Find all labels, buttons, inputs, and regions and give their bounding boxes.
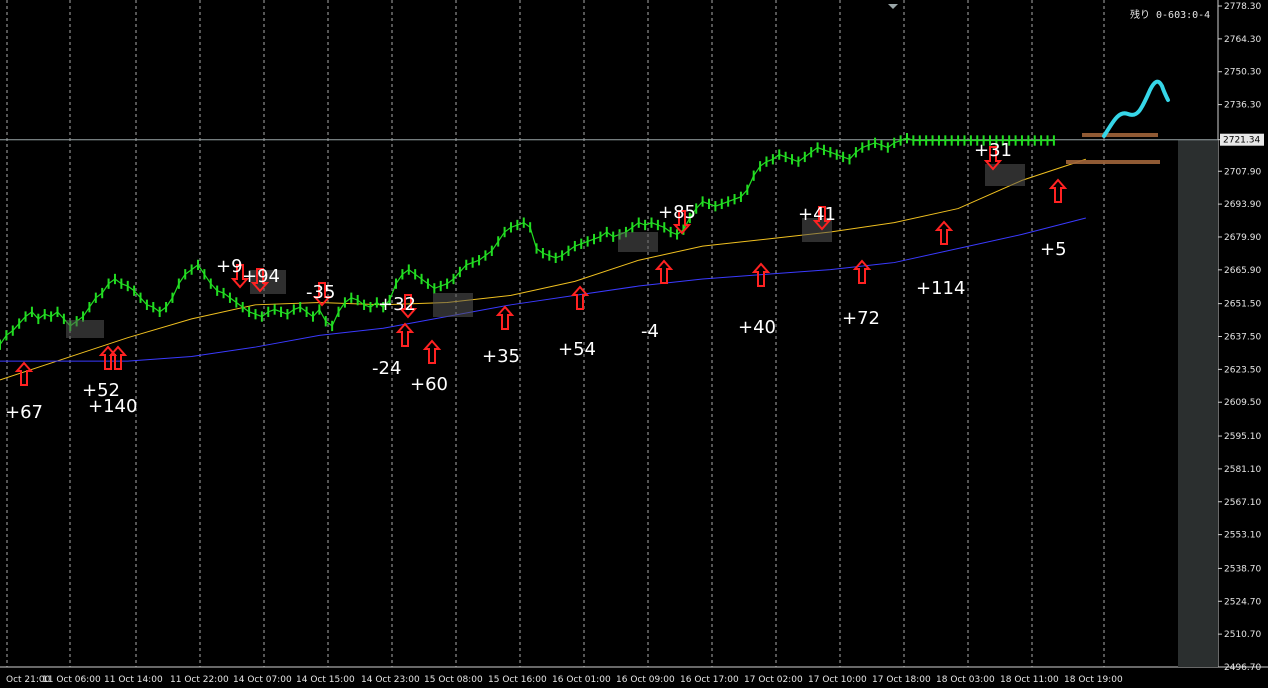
trade-result-label: +40 (738, 317, 776, 338)
y-tick-label: 2623.50 (1224, 365, 1261, 375)
x-tick-label: 17 Oct 02:00 (744, 675, 803, 685)
chart-background (0, 0, 1268, 688)
y-tick-label: 2764.30 (1224, 35, 1261, 45)
x-tick-label: 16 Oct 01:00 (552, 675, 611, 685)
y-tick-label: 2679.90 (1224, 233, 1261, 243)
countdown-label: 残り 0-603:0-4 (1130, 8, 1210, 21)
trade-result-label: -35 (306, 282, 335, 303)
y-tick-label: 2609.50 (1224, 398, 1261, 408)
trade-result-label: +32 (378, 294, 416, 315)
range-highlight-box (66, 320, 104, 338)
trade-result-label: +35 (482, 346, 520, 367)
x-tick-label: 11 Oct 06:00 (42, 675, 101, 685)
x-tick-label: 17 Oct 18:00 (872, 675, 931, 685)
trade-result-label: +41 (798, 204, 836, 225)
x-tick-label: 11 Oct 22:00 (170, 675, 229, 685)
trade-result-label: +140 (88, 396, 137, 417)
y-tick-label: 2693.90 (1224, 200, 1261, 210)
x-tick-label: 16 Oct 17:00 (680, 675, 739, 685)
trade-result-label: +60 (410, 374, 448, 395)
range-highlight-box (433, 293, 473, 317)
trade-result-label: +5 (1040, 239, 1067, 260)
x-tick-label: 14 Oct 15:00 (296, 675, 355, 685)
x-tick-label: 18 Oct 19:00 (1064, 675, 1123, 685)
trade-result-label: +31 (974, 140, 1012, 161)
x-tick-label: 14 Oct 07:00 (233, 675, 292, 685)
y-tick-label: 2553.10 (1224, 531, 1261, 541)
y-tick-label: 2637.50 (1224, 333, 1261, 343)
y-tick-label: 2736.30 (1224, 101, 1261, 111)
y-tick-label: 2581.10 (1224, 465, 1261, 475)
x-tick-label: 17 Oct 10:00 (808, 675, 867, 685)
x-tick-label: 14 Oct 23:00 (361, 675, 420, 685)
y-tick-label: 2538.70 (1224, 564, 1261, 574)
y-tick-label: 2778.30 (1224, 2, 1261, 12)
y-tick-label: 2665.90 (1224, 266, 1261, 276)
y-tick-label: 2595.10 (1224, 432, 1261, 442)
y-tick-label: 2707.90 (1224, 167, 1261, 177)
range-highlight-box (618, 232, 658, 252)
current-price-label: 2721.34 (1223, 136, 1260, 146)
x-tick-label: 18 Oct 03:00 (936, 675, 995, 685)
trade-result-label: +54 (558, 339, 596, 360)
y-tick-label: 2510.70 (1224, 630, 1261, 640)
x-tick-label: 16 Oct 09:00 (616, 675, 675, 685)
y-tick-label: 2524.70 (1224, 597, 1261, 607)
y-tick-label: 2750.30 (1224, 68, 1261, 78)
y-tick-label: 2567.10 (1224, 498, 1261, 508)
y-tick-label: 2496.70 (1224, 663, 1261, 673)
chart-area[interactable]: +67 +52 +140 +9 +94 -35 +32 -24 +60 +35 +54 +85 -4 +4… (0, 0, 1268, 688)
trade-result-label: +72 (842, 308, 880, 329)
trade-result-label: +85 (658, 202, 696, 223)
trade-result-label: +67 (5, 402, 43, 423)
x-tick-label: 15 Oct 08:00 (424, 675, 483, 685)
trade-result-label: +9 (216, 256, 243, 277)
x-tick-label: 15 Oct 16:00 (488, 675, 547, 685)
right-panel-block (1178, 140, 1218, 667)
trade-result-label: +114 (916, 278, 965, 299)
price-chart[interactable]: +67+52+140+9 +94-35+32-24+60+35 +54+85-4 +4… (0, 0, 1268, 688)
trade-result-label: +94 (242, 266, 280, 287)
x-tick-label: 11 Oct 14:00 (104, 675, 163, 685)
y-tick-label: 2651.50 (1224, 300, 1261, 310)
trade-result-label: -24 (372, 358, 401, 379)
trade-result-label: -4 (641, 321, 659, 342)
x-tick-label: 18 Oct 11:00 (1000, 675, 1059, 685)
